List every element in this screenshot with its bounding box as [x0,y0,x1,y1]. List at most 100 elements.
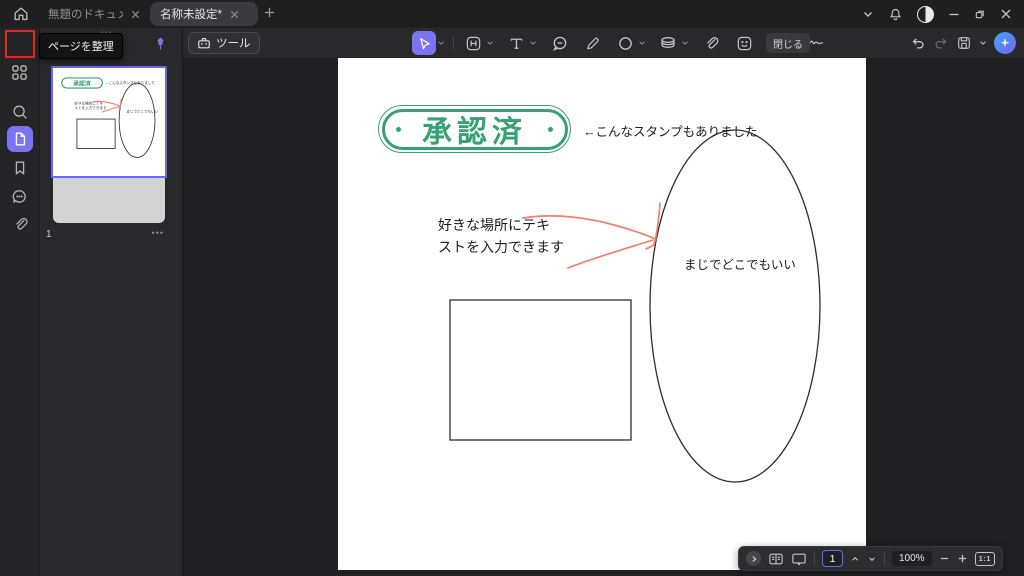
close-window-button[interactable] [1000,8,1012,20]
sparkle-icon [1000,38,1010,48]
stamp-dot-right [548,126,553,132]
restore-window-button[interactable] [974,8,986,20]
approval-stamp-text: 承認済 [422,116,527,149]
page-thumbnails-button-active[interactable] [6,126,33,152]
page-thumbnail-lower-area[interactable] [53,178,165,223]
ellipse-inner-text[interactable]: まじでどこでもいい [684,254,796,273]
paperclip-icon [15,217,28,230]
eraser-icon [661,37,675,48]
tab-close-icon[interactable] [131,10,140,19]
circle-shape-icon [618,36,632,50]
free-text-block[interactable]: 好きな場所にテキ ストを入力できます [438,214,564,258]
stamp-annotation-text[interactable]: ←こんなスタンプもありました [583,121,758,140]
save-icon [958,37,970,49]
page-thumbnail-selected[interactable]: 承認済 ←こんなスタンプもありました 好きな場所にテキ ストを入力できます まじ… [51,66,167,178]
collapse-bar-button[interactable] [746,551,761,566]
shape-tool-chevron[interactable] [637,31,647,55]
select-tool-chevron[interactable] [436,31,446,55]
svg-text:承認済: 承認済 [73,79,91,87]
bookmarks-button[interactable] [6,154,34,182]
svg-text:←こんなスタンプもありました: ←こんなスタンプもありました [105,80,155,85]
thumbnail-page-number: 1 [46,229,52,240]
statusbar-separator [884,552,885,565]
comment-tool-button[interactable] [547,31,571,55]
chevron-down-icon[interactable] [862,8,874,20]
pdf-page[interactable]: 承認済 ←こんなスタンプもありました 好きな場所にテキ ストを入力できます まじ… [338,58,866,570]
chevron-down-icon [869,556,875,561]
drawn-rectangle [449,299,632,441]
attach-file-tool-button[interactable] [699,31,723,55]
theme-logo-icon[interactable] [917,5,934,23]
approval-stamp-inner-border: 承認済 [381,108,568,150]
tab-close-icon[interactable] [230,10,239,19]
zoom-level-value[interactable]: 100% [892,551,932,566]
previous-page-button[interactable] [850,554,860,564]
heading-field-tool-button[interactable] [461,31,485,55]
next-page-button[interactable] [867,554,877,564]
organize-pages-button[interactable] [6,58,34,86]
home-button[interactable] [10,4,32,24]
document-canvas[interactable]: 承認済 ←こんなスタンプもありました 好きな場所にテキ ストを入力できます まじ… [183,58,1024,576]
tools-button[interactable]: ツール [188,32,260,54]
pen-tool-button[interactable] [580,31,604,55]
plus-icon [264,7,275,18]
comment-icon [12,189,26,203]
thumbnail-preview: 承認済 ←こんなスタンプもありました 好きな場所にテキ ストを入力できます まじ… [61,77,159,158]
redo-icon [935,38,947,49]
free-text-line2: ストを入力できます [438,239,564,255]
paperclip-icon [707,37,719,49]
attachments-button[interactable] [6,210,34,238]
svg-text:ストを入力できます: ストを入力できます [74,105,107,110]
new-tab-button[interactable] [263,6,276,19]
save-button[interactable] [956,35,972,51]
monitor-icon [792,553,806,566]
bookmark-icon [15,161,24,175]
search-button[interactable] [6,98,34,126]
document-icon [15,132,25,146]
eraser-tool-chevron[interactable] [680,31,690,55]
page-curl-mode-button[interactable] [6,571,34,576]
free-text-line1: 好きな場所にテキ [438,217,550,233]
redo-button[interactable] [933,35,949,51]
select-tool-button[interactable] [412,31,436,55]
statusbar-separator [814,552,815,565]
presentation-mode-button[interactable] [791,552,807,566]
text-tool-chevron[interactable] [528,31,538,55]
undo-button[interactable] [910,35,926,51]
eraser-tool-button[interactable] [656,31,680,55]
zoom-out-button[interactable] [939,553,950,564]
comments-button[interactable] [6,182,34,210]
page-number-input[interactable] [822,550,843,567]
zoom-in-button[interactable] [957,553,968,564]
stamp-dot-left [396,126,401,132]
ai-assistant-button[interactable] [994,32,1016,54]
sticker-tool-button[interactable] [732,31,756,55]
home-icon [14,7,28,21]
view-status-bar: 100% 1:1 [738,546,1003,571]
drawn-ellipse [649,129,821,483]
tools-label: ツール [216,38,251,50]
pointer-icon [419,37,430,49]
two-page-view-button[interactable] [768,552,784,566]
tab-untitled-document[interactable]: 無題のドキュメント [38,2,150,26]
minimize-button[interactable] [948,8,960,20]
close-label: 閉じる [773,39,803,51]
thumbnail-more-button[interactable]: ••• [152,228,164,238]
grid-icon [12,64,27,80]
red-pen-stroke-diagonal [567,239,654,269]
toolbar: ツール 閉じる [183,28,1024,58]
titlebar-right-controls [862,0,1024,28]
thumbnail-panel: ⋯ 承認済 ←こんなスタンプもありました 好きな場所にテキ ストを入力できます … [40,25,183,576]
heading-tool-chevron[interactable] [485,31,495,55]
tab-label: 無題のドキュメント [48,9,123,21]
close-toolbar-button[interactable]: 閉じる [766,33,810,53]
shape-tool-button[interactable] [613,31,637,55]
text-icon [510,38,522,49]
approval-stamp[interactable]: 承認済 [378,105,571,153]
tab-unnamed-active[interactable]: 名称未設定* [150,2,258,26]
actual-size-button[interactable]: 1:1 [974,551,995,566]
save-options-chevron[interactable] [979,39,987,47]
text-tool-button[interactable] [504,31,528,55]
pin-panel-button[interactable] [153,36,168,51]
notifications-bell-icon[interactable] [888,7,903,22]
